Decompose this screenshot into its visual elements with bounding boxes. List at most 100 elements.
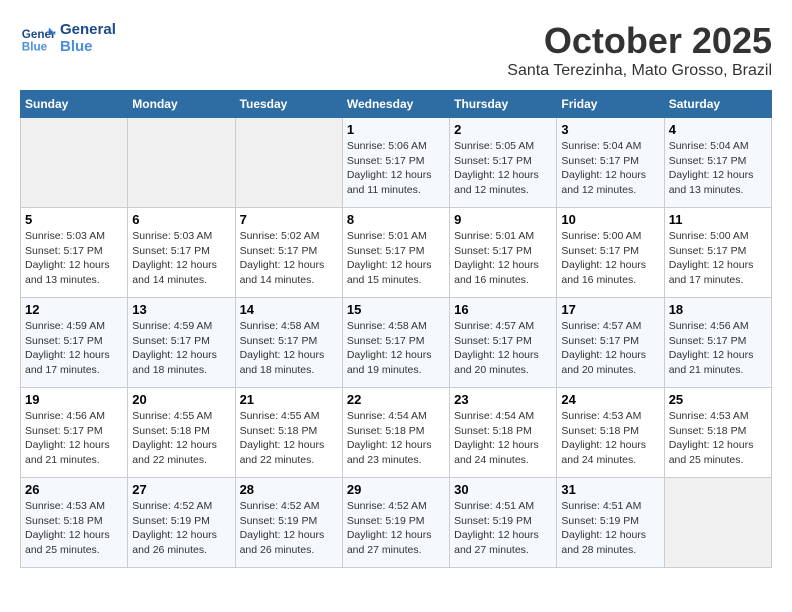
day-number: 14: [240, 302, 338, 317]
day-info: Sunrise: 4:52 AM Sunset: 5:19 PM Dayligh…: [347, 499, 445, 558]
day-info: Sunrise: 4:59 AM Sunset: 5:17 PM Dayligh…: [132, 319, 230, 378]
day-info: Sunrise: 4:54 AM Sunset: 5:18 PM Dayligh…: [454, 409, 552, 468]
day-info: Sunrise: 4:57 AM Sunset: 5:17 PM Dayligh…: [454, 319, 552, 378]
calendar-cell: 15 Sunrise: 4:58 AM Sunset: 5:17 PM Dayli…: [342, 298, 449, 388]
day-info: Sunrise: 4:51 AM Sunset: 5:19 PM Dayligh…: [561, 499, 659, 558]
day-info: Sunrise: 4:54 AM Sunset: 5:18 PM Dayligh…: [347, 409, 445, 468]
logo: General Blue General Blue: [20, 20, 116, 56]
day-number: 22: [347, 392, 445, 407]
day-number: 17: [561, 302, 659, 317]
day-info: Sunrise: 5:03 AM Sunset: 5:17 PM Dayligh…: [132, 229, 230, 288]
calendar-table: SundayMondayTuesdayWednesdayThursdayFrid…: [20, 90, 772, 568]
calendar-cell: [664, 478, 771, 568]
day-number: 7: [240, 212, 338, 227]
day-number: 3: [561, 122, 659, 137]
day-info: Sunrise: 4:58 AM Sunset: 5:17 PM Dayligh…: [240, 319, 338, 378]
day-info: Sunrise: 4:58 AM Sunset: 5:17 PM Dayligh…: [347, 319, 445, 378]
day-info: Sunrise: 4:53 AM Sunset: 5:18 PM Dayligh…: [669, 409, 767, 468]
weekday-header-wednesday: Wednesday: [342, 91, 449, 118]
calendar-cell: 29 Sunrise: 4:52 AM Sunset: 5:19 PM Dayli…: [342, 478, 449, 568]
logo-blue: Blue: [60, 38, 116, 55]
logo-general: General: [60, 21, 116, 38]
day-number: 9: [454, 212, 552, 227]
calendar-cell: 14 Sunrise: 4:58 AM Sunset: 5:17 PM Dayli…: [235, 298, 342, 388]
day-info: Sunrise: 5:04 AM Sunset: 5:17 PM Dayligh…: [669, 139, 767, 198]
day-info: Sunrise: 5:03 AM Sunset: 5:17 PM Dayligh…: [25, 229, 123, 288]
calendar-cell: 30 Sunrise: 4:51 AM Sunset: 5:19 PM Dayli…: [450, 478, 557, 568]
day-number: 19: [25, 392, 123, 407]
calendar-cell: 19 Sunrise: 4:56 AM Sunset: 5:17 PM Dayli…: [21, 388, 128, 478]
calendar-cell: 8 Sunrise: 5:01 AM Sunset: 5:17 PM Daylig…: [342, 208, 449, 298]
day-number: 2: [454, 122, 552, 137]
day-info: Sunrise: 4:53 AM Sunset: 5:18 PM Dayligh…: [561, 409, 659, 468]
day-number: 21: [240, 392, 338, 407]
day-info: Sunrise: 4:52 AM Sunset: 5:19 PM Dayligh…: [132, 499, 230, 558]
day-number: 5: [25, 212, 123, 227]
weekday-header-row: SundayMondayTuesdayWednesdayThursdayFrid…: [21, 91, 772, 118]
calendar-cell: 6Sunrise: 5:03 AM Sunset: 5:17 PM Daylig…: [128, 208, 235, 298]
day-number: 18: [669, 302, 767, 317]
day-number: 8: [347, 212, 445, 227]
day-number: 20: [132, 392, 230, 407]
calendar-cell: 20 Sunrise: 4:55 AM Sunset: 5:18 PM Dayli…: [128, 388, 235, 478]
calendar-cell: 4 Sunrise: 5:04 AM Sunset: 5:17 PM Daylig…: [664, 118, 771, 208]
title-block: October 2025 Santa Terezinha, Mato Gross…: [507, 20, 772, 80]
day-number: 13: [132, 302, 230, 317]
weekday-header-monday: Monday: [128, 91, 235, 118]
day-number: 11: [669, 212, 767, 227]
calendar-cell: [128, 118, 235, 208]
calendar-cell: 11 Sunrise: 5:00 AM Sunset: 5:17 PM Dayli…: [664, 208, 771, 298]
calendar-week-4: 19 Sunrise: 4:56 AM Sunset: 5:17 PM Dayli…: [21, 388, 772, 478]
weekday-header-thursday: Thursday: [450, 91, 557, 118]
logo-icon: General Blue: [20, 20, 56, 56]
day-info: Sunrise: 5:05 AM Sunset: 5:17 PM Dayligh…: [454, 139, 552, 198]
day-info: Sunrise: 4:59 AM Sunset: 5:17 PM Dayligh…: [25, 319, 123, 378]
day-info: Sunrise: 4:55 AM Sunset: 5:18 PM Dayligh…: [240, 409, 338, 468]
day-info: Sunrise: 4:55 AM Sunset: 5:18 PM Dayligh…: [132, 409, 230, 468]
day-info: Sunrise: 5:06 AM Sunset: 5:17 PM Dayligh…: [347, 139, 445, 198]
day-info: Sunrise: 5:00 AM Sunset: 5:17 PM Dayligh…: [669, 229, 767, 288]
day-number: 30: [454, 482, 552, 497]
calendar-cell: 13 Sunrise: 4:59 AM Sunset: 5:17 PM Dayli…: [128, 298, 235, 388]
day-info: Sunrise: 4:53 AM Sunset: 5:18 PM Dayligh…: [25, 499, 123, 558]
day-info: Sunrise: 5:00 AM Sunset: 5:17 PM Dayligh…: [561, 229, 659, 288]
weekday-header-sunday: Sunday: [21, 91, 128, 118]
day-number: 4: [669, 122, 767, 137]
calendar-week-3: 12 Sunrise: 4:59 AM Sunset: 5:17 PM Dayli…: [21, 298, 772, 388]
day-info: Sunrise: 4:56 AM Sunset: 5:17 PM Dayligh…: [25, 409, 123, 468]
calendar-cell: 3 Sunrise: 5:04 AM Sunset: 5:17 PM Daylig…: [557, 118, 664, 208]
calendar-cell: 10 Sunrise: 5:00 AM Sunset: 5:17 PM Dayli…: [557, 208, 664, 298]
calendar-cell: 24 Sunrise: 4:53 AM Sunset: 5:18 PM Dayli…: [557, 388, 664, 478]
day-info: Sunrise: 4:51 AM Sunset: 5:19 PM Dayligh…: [454, 499, 552, 558]
calendar-week-1: 1Sunrise: 5:06 AM Sunset: 5:17 PM Daylig…: [21, 118, 772, 208]
calendar-cell: 21 Sunrise: 4:55 AM Sunset: 5:18 PM Dayli…: [235, 388, 342, 478]
weekday-header-tuesday: Tuesday: [235, 91, 342, 118]
day-number: 24: [561, 392, 659, 407]
calendar-cell: 9Sunrise: 5:01 AM Sunset: 5:17 PM Daylig…: [450, 208, 557, 298]
calendar-cell: 22 Sunrise: 4:54 AM Sunset: 5:18 PM Dayli…: [342, 388, 449, 478]
day-number: 16: [454, 302, 552, 317]
day-info: Sunrise: 4:57 AM Sunset: 5:17 PM Dayligh…: [561, 319, 659, 378]
day-number: 29: [347, 482, 445, 497]
calendar-cell: [235, 118, 342, 208]
calendar-cell: 1Sunrise: 5:06 AM Sunset: 5:17 PM Daylig…: [342, 118, 449, 208]
day-number: 15: [347, 302, 445, 317]
svg-text:Blue: Blue: [22, 41, 48, 54]
calendar-cell: 25Sunrise: 4:53 AM Sunset: 5:18 PM Dayli…: [664, 388, 771, 478]
calendar-cell: 2 Sunrise: 5:05 AM Sunset: 5:17 PM Daylig…: [450, 118, 557, 208]
calendar-cell: 5 Sunrise: 5:03 AM Sunset: 5:17 PM Daylig…: [21, 208, 128, 298]
day-info: Sunrise: 5:02 AM Sunset: 5:17 PM Dayligh…: [240, 229, 338, 288]
calendar-cell: 17 Sunrise: 4:57 AM Sunset: 5:17 PM Dayli…: [557, 298, 664, 388]
day-number: 10: [561, 212, 659, 227]
weekday-header-friday: Friday: [557, 91, 664, 118]
day-info: Sunrise: 5:04 AM Sunset: 5:17 PM Dayligh…: [561, 139, 659, 198]
day-info: Sunrise: 4:52 AM Sunset: 5:19 PM Dayligh…: [240, 499, 338, 558]
day-number: 23: [454, 392, 552, 407]
calendar-cell: 27Sunrise: 4:52 AM Sunset: 5:19 PM Dayli…: [128, 478, 235, 568]
calendar-cell: 16 Sunrise: 4:57 AM Sunset: 5:17 PM Dayli…: [450, 298, 557, 388]
calendar-cell: 23 Sunrise: 4:54 AM Sunset: 5:18 PM Dayli…: [450, 388, 557, 478]
day-info: Sunrise: 5:01 AM Sunset: 5:17 PM Dayligh…: [347, 229, 445, 288]
day-number: 12: [25, 302, 123, 317]
calendar-cell: 12 Sunrise: 4:59 AM Sunset: 5:17 PM Dayli…: [21, 298, 128, 388]
page-header: General Blue General Blue October 2025 S…: [20, 20, 772, 80]
